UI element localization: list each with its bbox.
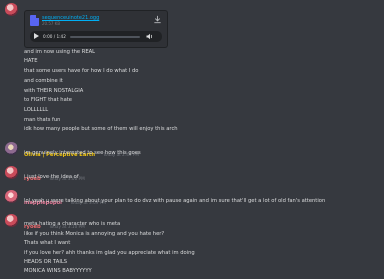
avatar[interactable] — [5, 142, 18, 155]
message-line: that some users have for how I do what I… — [24, 68, 139, 74]
message-line: and combine it — [24, 78, 63, 84]
message-line: HEADS OR TAILS — [24, 259, 68, 265]
message-line: HATE — [24, 58, 38, 64]
avatar[interactable] — [5, 166, 18, 179]
play-icon[interactable] — [34, 33, 39, 39]
avatar[interactable] — [5, 214, 18, 227]
volume-icon[interactable] — [146, 33, 154, 40]
audio-player: 0:00 / 1:42 — [30, 31, 162, 42]
audio-file-icon — [30, 15, 39, 26]
message-header: ryoeb Today at 2:47 PM — [24, 2, 85, 19]
message-header: ryoeb Today at 3:10 PM — [24, 213, 85, 230]
message-line: lol yeah u were talking about your plan … — [24, 198, 326, 204]
message-line: man thats fun — [24, 117, 61, 123]
message-line: idk how many people but some of them wil… — [24, 126, 178, 132]
message-line: with THEIR NOSTALGIA — [24, 88, 84, 94]
message-line: meta hating a character who is meta — [24, 221, 121, 227]
file-size: 20.57 KB — [42, 21, 61, 26]
message-line: if you love her? ahh thanks im glad you … — [24, 250, 195, 256]
download-icon[interactable] — [153, 15, 162, 24]
message-line: to FIGHT that hate — [24, 97, 72, 103]
message-line: LOLLLLLL — [24, 107, 49, 113]
message-header: mapplepopol Today at 3:09 PM — [24, 189, 106, 206]
avatar[interactable] — [5, 3, 18, 16]
chat-messages: ryoeb Today at 2:47 PM sequenceuinote21.… — [0, 0, 384, 279]
audio-time: 0:00 / 1:42 — [43, 34, 66, 39]
message-line: MONICA WINS BABYYYYYY — [24, 268, 92, 274]
message-line: im genuinely interested to see how this … — [24, 150, 141, 156]
message-line: i just love the idea of — [24, 174, 79, 180]
avatar[interactable] — [5, 190, 18, 203]
message-line: Thats what I want — [24, 240, 71, 246]
message-header: Olivia | Perceptive Earth Today at 2:49 … — [24, 141, 139, 158]
message-line: and im now using the REAL — [24, 49, 96, 55]
message-line: like if you think Monica is annoying and… — [24, 231, 165, 237]
message-header: ryoeb Today at 3:00 PM — [24, 165, 85, 182]
audio-progress-bar[interactable] — [70, 36, 140, 38]
audio-attachment: sequenceuinote21.ogg 20.57 KB 0:00 / 1:4… — [24, 10, 168, 48]
